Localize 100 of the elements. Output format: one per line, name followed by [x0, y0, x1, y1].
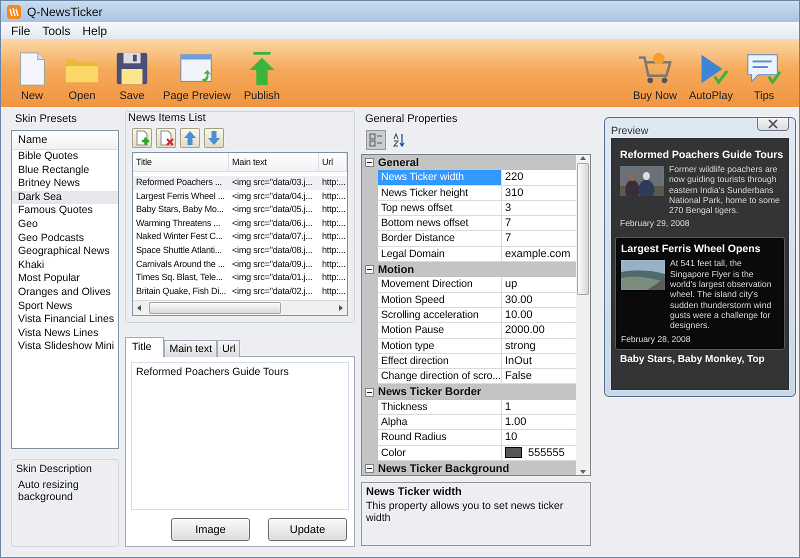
- property-name[interactable]: Motion type: [378, 338, 502, 354]
- property-value[interactable]: up: [505, 277, 518, 292]
- table-row[interactable]: Naked Winter Fest C... <img src="data/07.j... http:...: [133, 230, 347, 244]
- categorized-view-button[interactable]: [366, 130, 386, 150]
- tab[interactable]: Url: [217, 340, 240, 357]
- property-name[interactable]: Color: [378, 446, 502, 461]
- collapse-toggle[interactable]: [365, 388, 374, 397]
- column-header[interactable]: Title: [133, 153, 229, 171]
- tab[interactable]: Main text: [164, 340, 218, 357]
- move-down-button[interactable]: [204, 128, 224, 148]
- property-name[interactable]: Motion Pause: [378, 323, 502, 339]
- delete-item-button[interactable]: [156, 128, 176, 148]
- property-name[interactable]: Legal Domain: [378, 246, 502, 262]
- skin-item[interactable]: Geographical News: [12, 245, 118, 259]
- column-header[interactable]: Main text: [229, 153, 319, 171]
- property-name[interactable]: Border Distance: [378, 231, 502, 247]
- property-name[interactable]: Effect direction: [378, 354, 502, 370]
- toolbar-button[interactable]: Save: [107, 50, 157, 102]
- property-name[interactable]: Top news offset: [378, 200, 502, 216]
- toolbar-button[interactable]: Publish: [236, 50, 287, 102]
- table-cell-text: <img src="data/03.j...: [231, 176, 314, 189]
- skin-item[interactable]: Sport News: [12, 300, 118, 314]
- table-cell-text: <img src="data/05.j...: [231, 203, 314, 216]
- skin-item[interactable]: Geo: [12, 218, 118, 232]
- scroll-down-icon[interactable]: [580, 469, 586, 475]
- skin-item[interactable]: Vista Financial Lines: [12, 313, 118, 327]
- skin-item[interactable]: Vista Slideshow Mini: [12, 340, 118, 354]
- property-value[interactable]: 3: [505, 200, 512, 216]
- table-cell-text: http:...: [321, 284, 346, 298]
- skin-item[interactable]: Oranges and Olives: [12, 286, 118, 300]
- property-name[interactable]: Thickness: [378, 400, 502, 416]
- table-cell-text: Britain Quake, Fish Di...: [135, 284, 228, 298]
- menu-item[interactable]: Tools: [36, 24, 76, 38]
- collapse-toggle[interactable]: [365, 265, 374, 274]
- property-name[interactable]: Scrolling acceleration: [378, 308, 502, 324]
- table-row[interactable]: Reformed Poachers ... <img src="data/03.j... http:...: [133, 176, 347, 190]
- skin-item[interactable]: Famous Quotes: [12, 204, 118, 218]
- property-name[interactable]: Round Radius: [378, 430, 502, 446]
- toolbar-button[interactable]: New: [7, 50, 57, 102]
- table-row[interactable]: Times Sq. Blast, Tele... <img src="data/01.j... http:...: [133, 271, 347, 285]
- push-button[interactable]: Update: [268, 518, 347, 541]
- vertical-scrollbar[interactable]: [576, 155, 590, 475]
- skin-item[interactable]: Britney News: [12, 177, 118, 191]
- property-name[interactable]: Movement Direction: [378, 277, 502, 293]
- text-field[interactable]: Reformed Poachers Guide Tours: [131, 362, 349, 510]
- property-name[interactable]: Bottom news offset: [378, 216, 502, 232]
- table-row[interactable]: Baby Stars, Baby Mo... <img src="data/05.j... http:...: [133, 203, 347, 217]
- property-value[interactable]: 1: [505, 400, 512, 414]
- tab[interactable]: Title: [125, 337, 164, 357]
- news-card[interactable]: Reformed Poachers Guide Tours Former wildlife poachers are now guiding tourists through eastern India's Sunderbans National Park, home to some 270 Bengal tigers. February 29, 2008: [615, 144, 785, 234]
- collapse-toggle[interactable]: [365, 464, 374, 474]
- property-name[interactable]: News Ticker height: [378, 186, 502, 201]
- table-cell-text: http:...: [321, 258, 346, 271]
- skin-item[interactable]: Khaki: [12, 258, 118, 272]
- table-cell-text: Warming Threatens ...: [135, 216, 222, 230]
- toolbar-button[interactable]: AutoPlay: [682, 50, 739, 102]
- table-cell-text: Reformed Poachers ...: [135, 176, 223, 189]
- table-row[interactable]: Largest Ferris Wheel ... <img src="data/04.j... http:...: [133, 190, 347, 204]
- skin-item[interactable]: Vista News Lines: [12, 326, 118, 340]
- toolbar-button[interactable]: Buy Now: [626, 50, 683, 102]
- column-header[interactable]: Url: [319, 153, 347, 171]
- menu-item[interactable]: Help: [76, 24, 114, 38]
- property-value[interactable]: 7: [505, 216, 512, 230]
- add-document-icon: [134, 130, 150, 146]
- skin-item[interactable]: Dark Sea: [12, 190, 118, 204]
- toolbar-button[interactable]: Open: [57, 50, 107, 102]
- property-name[interactable]: Motion Speed: [378, 292, 502, 308]
- news-text: Former wildlife poachers are now guiding tourists through eastern India's Sunderbans National Park, home to some 270 Bengal tigers.: [669, 164, 780, 216]
- close-button[interactable]: [757, 118, 789, 131]
- table-cell-text: http:...: [321, 271, 346, 284]
- push-button[interactable]: Image: [171, 518, 250, 541]
- skin-item[interactable]: Blue Rectangle: [12, 164, 118, 178]
- menu-item[interactable]: File: [5, 24, 36, 38]
- collapse-toggle[interactable]: [365, 158, 374, 168]
- toolbar-button[interactable]: Page Preview: [157, 50, 237, 102]
- skin-item[interactable]: Bible Quotes: [12, 150, 118, 164]
- horizontal-scrollbar[interactable]: [133, 300, 347, 315]
- table-row[interactable]: Space Shuttle Atlanti... <img src="data/08.j... http:...: [133, 244, 347, 258]
- group-title: News Items List: [128, 112, 207, 126]
- table-cell-text: <img src="data/07.j...: [231, 230, 314, 244]
- news-title: Baby Stars, Baby Monkey, Top: [619, 354, 766, 365]
- news-date: February 28, 2008: [621, 334, 692, 344]
- skin-item[interactable]: Geo Podcasts: [12, 232, 118, 246]
- property-name[interactable]: Change direction of scro...: [378, 369, 502, 384]
- toolbar-button[interactable]: Tips: [739, 50, 789, 102]
- table-cell-text: Baby Stars, Baby Mo...: [135, 203, 225, 216]
- skin-item[interactable]: Most Popular: [12, 272, 118, 286]
- property-value[interactable]: 10: [505, 430, 518, 445]
- add-item-button[interactable]: [132, 128, 152, 148]
- move-up-button[interactable]: [180, 128, 200, 148]
- table-row[interactable]: Warming Threatens ... <img src="data/06.j... http:...: [133, 216, 347, 230]
- group-title: General Properties: [364, 113, 458, 127]
- scroll-up-icon[interactable]: [580, 155, 586, 161]
- news-card[interactable]: [615, 237, 785, 350]
- table-row[interactable]: Britain Quake, Fish Di... <img src="data/02.j... http:...: [133, 284, 347, 298]
- property-value[interactable]: 7: [505, 231, 512, 246]
- property-name[interactable]: Alpha: [378, 415, 502, 430]
- table-row[interactable]: Carnivals Around the ... <img src="data/09.j... http:...: [133, 258, 347, 272]
- table-cell-text: <img src="data/04.j...: [231, 190, 314, 203]
- news-title: Largest Ferris Wheel Opens: [621, 243, 762, 256]
